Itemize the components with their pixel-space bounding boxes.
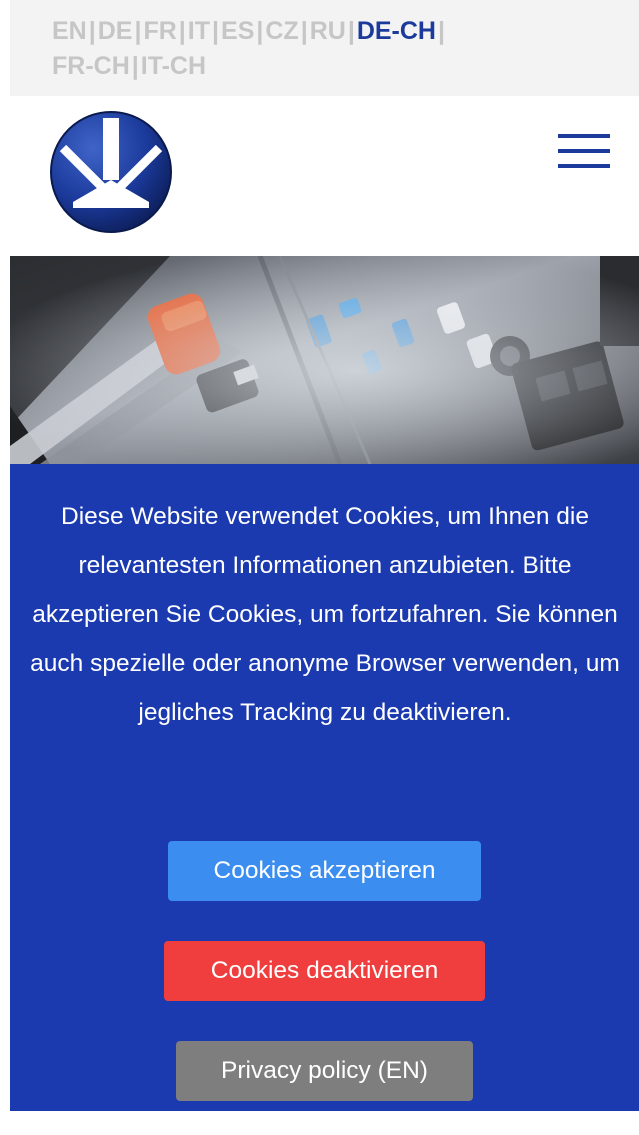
language-separator: |: [256, 17, 264, 45]
language-link-fr-ch[interactable]: FR-CH: [52, 52, 130, 80]
language-separator: |: [88, 17, 96, 45]
language-link-fr[interactable]: FR: [143, 17, 176, 45]
privacy-policy-button[interactable]: Privacy policy (EN): [176, 1041, 473, 1101]
language-link-de-ch[interactable]: DE-CH: [357, 17, 436, 45]
page: EN|DE|FR|IT|ES|CZ|RU|DE-CH| FR-CH|IT-CH: [0, 0, 639, 1135]
menu-bar-bottom: [558, 164, 610, 168]
language-link-es[interactable]: ES: [221, 17, 254, 45]
language-link-de[interactable]: DE: [98, 17, 133, 45]
cookie-consent-banner: Diese Website verwendet Cookies, um Ihne…: [10, 464, 639, 1111]
company-logo-icon[interactable]: [49, 110, 173, 234]
language-link-it[interactable]: IT: [188, 17, 210, 45]
hero-image: [10, 256, 639, 464]
menu-bar-top: [558, 134, 610, 138]
language-separator: |: [131, 52, 139, 80]
language-bar: EN|DE|FR|IT|ES|CZ|RU|DE-CH| FR-CH|IT-CH: [10, 0, 639, 96]
language-link-it-ch[interactable]: IT-CH: [141, 52, 206, 80]
decline-cookies-button[interactable]: Cookies deaktivieren: [164, 941, 485, 1001]
language-separator: |: [437, 17, 445, 45]
site-header: [10, 96, 639, 256]
hamburger-menu-icon[interactable]: [558, 134, 610, 170]
language-separator: |: [300, 17, 308, 45]
language-separator: |: [212, 17, 220, 45]
language-link-en[interactable]: EN: [52, 17, 87, 45]
menu-bar-middle: [558, 149, 610, 153]
cookie-message: Diese Website verwendet Cookies, um Ihne…: [30, 503, 620, 726]
language-link-cz[interactable]: CZ: [265, 17, 298, 45]
language-line-1: EN|DE|FR|IT|ES|CZ|RU|DE-CH|: [52, 17, 447, 45]
language-separator: |: [134, 17, 142, 45]
language-line-2: FR-CH|IT-CH: [52, 52, 206, 80]
language-link-ru[interactable]: RU: [310, 17, 346, 45]
accept-cookies-button[interactable]: Cookies akzeptieren: [168, 841, 481, 901]
language-separator: |: [178, 17, 186, 45]
language-separator: |: [347, 17, 355, 45]
machine-components-photo-icon: [10, 256, 639, 464]
